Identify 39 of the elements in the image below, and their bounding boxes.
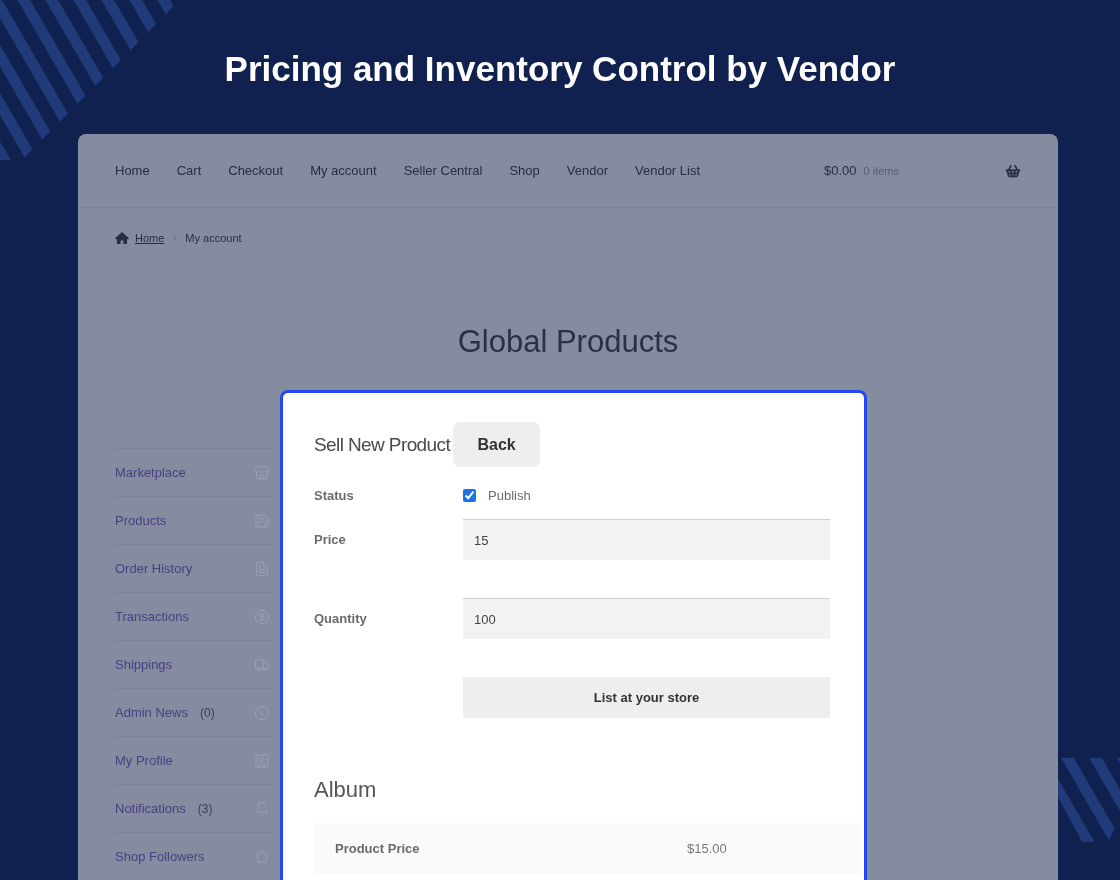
banner-title: Pricing and Inventory Control by Vendor: [224, 48, 896, 90]
field-label: Quantity: [314, 611, 368, 626]
form-title: Sell New Product: [314, 433, 451, 456]
sidebar-link[interactable]: Products: [115, 497, 275, 545]
page-title: Global Products: [456, 323, 680, 361]
sidebar-link[interactable]: Transactions: [115, 593, 275, 641]
item-count: (3): [197, 801, 213, 816]
cart-total[interactable]: $0.00: [824, 163, 857, 178]
field-label: Status: [314, 487, 355, 503]
submit-button[interactable]: List at your store: [463, 677, 830, 718]
sidebar-link[interactable]: Admin News (0): [115, 689, 275, 737]
item-count: (0): [199, 705, 215, 720]
basket-icon[interactable]: [1005, 162, 1021, 179]
table-header-cell-text: Product Price: [334, 841, 421, 856]
nav-link[interactable]: Vendor List: [635, 163, 701, 178]
nav-link[interactable]: Vendor: [566, 163, 608, 178]
breadcrumb-current: My account: [185, 232, 242, 244]
input-field[interactable]: 15: [463, 519, 830, 560]
sidebar-link[interactable]: Notifications (3): [115, 785, 275, 833]
status-checkbox[interactable]: [463, 488, 476, 502]
back-button[interactable]: Back: [453, 422, 541, 467]
nav-link[interactable]: Cart: [176, 163, 202, 178]
nav-link[interactable]: Seller Central: [403, 163, 483, 178]
product-title: Album: [314, 776, 378, 804]
nav-link[interactable]: Home: [115, 163, 150, 178]
nav-link[interactable]: Shop: [509, 163, 540, 178]
checkbox-label: Publish: [488, 487, 531, 503]
breadcrumb-link[interactable]: Home: [135, 232, 165, 244]
sidebar-link[interactable]: My Profile: [115, 737, 275, 785]
sidebar-link[interactable]: Shop Followers: [115, 833, 275, 880]
sidebar-link[interactable]: Marketplace: [115, 449, 275, 497]
input-field[interactable]: 100: [463, 598, 830, 639]
sidebar-link[interactable]: Shippings: [115, 641, 275, 689]
sidebar-link[interactable]: Order History: [115, 545, 275, 593]
table-cell-text: $15.00: [686, 841, 728, 856]
nav-link[interactable]: My account: [310, 163, 377, 178]
house-icon: [115, 232, 129, 244]
nav-link[interactable]: Checkout: [228, 163, 284, 178]
field-label: Price: [314, 532, 347, 547]
